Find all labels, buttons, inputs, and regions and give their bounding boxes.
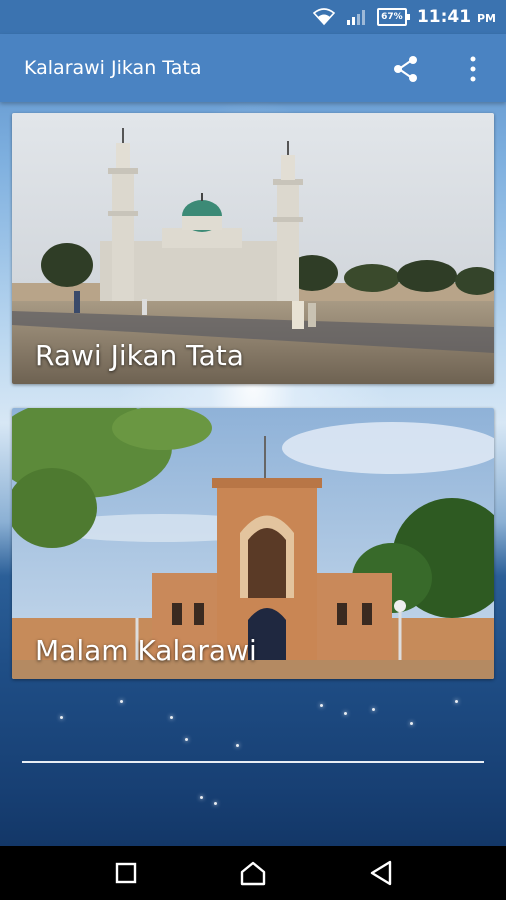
card-label: Rawi Jikan Tata xyxy=(35,339,244,372)
status-icons: 67% 11:41 PM xyxy=(312,0,496,34)
water-sparkle xyxy=(214,802,217,805)
water-sparkle xyxy=(170,716,173,719)
battery-indicator: 67% xyxy=(376,8,410,26)
square-icon[interactable] xyxy=(109,856,143,890)
card-label: Malam Kalarawi xyxy=(35,634,257,667)
share-icon[interactable] xyxy=(390,53,422,85)
home-icon[interactable] xyxy=(236,856,270,890)
back-triangle-icon[interactable] xyxy=(364,856,398,890)
water-sparkle xyxy=(372,708,375,711)
signal-icon xyxy=(346,10,365,25)
water-sparkle xyxy=(60,716,63,719)
water-sparkle xyxy=(185,738,188,741)
app-bar: Kalarawi Jikan Tata xyxy=(0,34,506,102)
clock: 11:41 PM xyxy=(417,7,496,27)
status-bar: 67% 11:41 PM xyxy=(0,0,506,34)
app-title: Kalarawi Jikan Tata xyxy=(24,57,202,79)
water-sparkle xyxy=(344,712,347,715)
water-sparkle xyxy=(120,700,123,703)
navigation-bar xyxy=(0,846,506,900)
wifi-icon xyxy=(312,8,335,26)
water-sparkle xyxy=(200,796,203,799)
clock-ampm: PM xyxy=(476,12,496,25)
card-malam-kalarawi[interactable]: Malam Kalarawi xyxy=(12,408,494,679)
more-vert-icon[interactable] xyxy=(460,53,486,85)
card-rawi-jikan-tata[interactable]: Rawi Jikan Tata xyxy=(12,113,494,384)
clock-time: 11:41 xyxy=(416,7,472,27)
water-sparkle xyxy=(455,700,458,703)
divider xyxy=(22,761,484,763)
water-sparkle xyxy=(320,704,323,707)
water-sparkle xyxy=(410,722,413,725)
water-sparkle xyxy=(236,744,239,747)
